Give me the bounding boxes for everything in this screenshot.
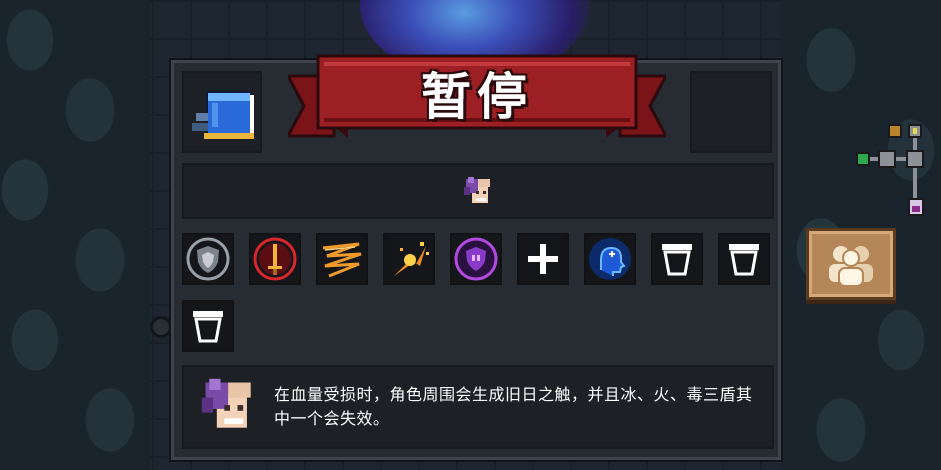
- empty-cup-slot-icon: [662, 244, 692, 276]
- fire-explosion-buff-icon: [394, 242, 429, 276]
- skill-slot[interactable]: [316, 233, 368, 285]
- dungeon-minimap[interactable]: [852, 118, 932, 228]
- empty-cup-slot-icon: [193, 311, 223, 343]
- blue-cube-weapon-icon: [192, 91, 254, 139]
- pause-title-banner: 暂停: [288, 54, 666, 144]
- skill-slot[interactable]: [651, 233, 703, 285]
- buff-description-text: 在血量受损时，角色周围会生成旧日之触，并且冰、火、毒三盾其中一个会失效。: [274, 385, 753, 428]
- skill-slot[interactable]: [517, 233, 569, 285]
- minimap-room: [906, 150, 924, 168]
- multiplayer-friends-icon: [829, 246, 873, 287]
- minimap-corridor: [913, 168, 917, 198]
- minimap-chest-room: [888, 124, 902, 138]
- minimap-exclamation-icon: [913, 128, 917, 134]
- skill-slot[interactable]: [182, 233, 234, 285]
- skill-slot[interactable]: [383, 233, 435, 285]
- minimap-corridor: [913, 138, 917, 150]
- weapon-slot[interactable]: [182, 71, 262, 153]
- minimap-corridor: [896, 157, 906, 161]
- plus-icon: [528, 244, 558, 274]
- stone-object: [150, 316, 172, 338]
- orange-lightning-buff-icon: [322, 242, 362, 278]
- secondary-slot[interactable]: [690, 71, 772, 153]
- red-sword-buff-icon: [253, 237, 297, 281]
- skill-slot[interactable]: [182, 300, 234, 352]
- character-avatar-bar: [182, 163, 774, 219]
- forest-left-background: [0, 0, 150, 470]
- buff-description-box: 在血量受损时，角色周围会生成旧日之触，并且冰、火、毒三盾其中一个会失效。: [182, 365, 774, 449]
- skill-slot[interactable]: [584, 233, 636, 285]
- skill-slot[interactable]: [249, 233, 301, 285]
- empty-cup-slot-icon: [729, 244, 759, 276]
- skill-slot[interactable]: [718, 233, 770, 285]
- purple-tentacle-hair-character-icon: [464, 177, 490, 203]
- purple-poison-shield-buff-icon: [454, 237, 498, 281]
- grey-shield-buff-icon: [186, 237, 230, 281]
- minimap-player-marker: [912, 206, 920, 212]
- minimap-start-room: [856, 152, 870, 166]
- friends-button[interactable]: [806, 228, 896, 300]
- minimap-room: [878, 150, 896, 168]
- blue-mind-buff-icon: [589, 238, 631, 280]
- pause-title: 暂停: [421, 68, 533, 126]
- purple-tentacle-hair-character-icon: [201, 378, 251, 428]
- minimap-corridor: [870, 157, 878, 161]
- skill-slot[interactable]: [450, 233, 502, 285]
